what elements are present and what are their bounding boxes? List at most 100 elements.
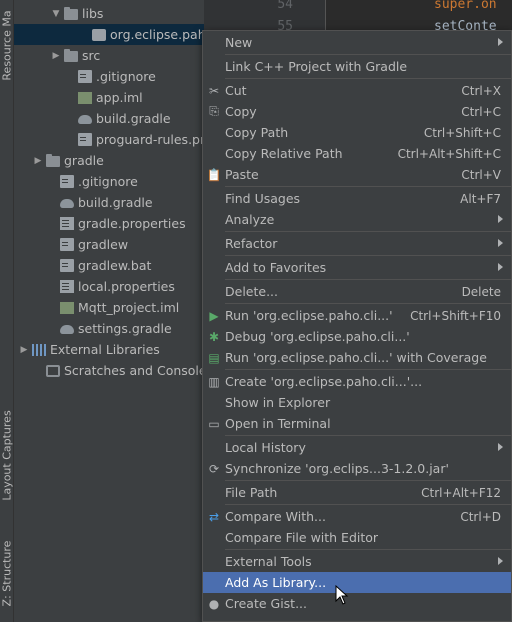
menu-item-label: Delete... <box>225 284 278 299</box>
menu-item-label: Show in Explorer <box>225 395 331 410</box>
menu-item-label: Create 'org.eclipse.paho.cli...'... <box>225 374 423 389</box>
tree-item[interactable]: .gitignore <box>14 66 204 87</box>
menu-item-shortcut: Ctrl+D <box>460 509 501 524</box>
menu-item-icon: ▭ <box>208 416 220 431</box>
menu-separator <box>225 54 511 55</box>
tree-item[interactable]: ▶ gradle <box>14 150 204 171</box>
menu-item-shortcut: Ctrl+C <box>461 104 501 119</box>
menu-item-shortcut: Ctrl+X <box>461 83 501 98</box>
gradle-icon <box>60 199 74 208</box>
layout-captures-tab[interactable]: Layout Captures <box>0 400 14 510</box>
tree-item-label: gradle <box>64 153 104 168</box>
menu-item-label: Compare File with Editor <box>225 530 379 545</box>
tree-item-label: proguard-rules.pro <box>96 132 204 147</box>
tree-item-label: External Libraries <box>50 342 160 357</box>
menu-item[interactable]: ▶ Run 'org.eclipse.paho.cli...' Ctrl+Shift… <box>203 305 511 326</box>
menu-item-icon: ▶ <box>209 308 219 323</box>
menu-item[interactable]: Delete... Delete <box>203 281 511 302</box>
iml-icon <box>60 301 74 314</box>
menu-item-label: Create Gist... <box>225 596 308 611</box>
submenu-arrow-icon <box>498 557 503 565</box>
props-icon <box>60 217 74 230</box>
menu-separator <box>225 279 511 280</box>
menu-item[interactable]: Add to Favorites <box>203 257 511 278</box>
iml-icon <box>78 91 92 104</box>
menu-item[interactable]: ● Create Gist... <box>203 593 511 614</box>
tree-item-label: build.gradle <box>78 195 153 210</box>
expand-arrow-icon[interactable]: ▼ <box>50 9 62 19</box>
menu-item-shortcut: Ctrl+Shift+C <box>423 125 501 140</box>
menu-item[interactable]: File Path Ctrl+Alt+F12 <box>203 482 511 503</box>
tree-item-label: Scratches and Consoles <box>64 363 204 378</box>
tree-item[interactable]: Mqtt_project.iml <box>14 297 204 318</box>
menu-item-label: Find Usages <box>225 191 301 206</box>
menu-item[interactable]: ⟳ Synchronize 'org.eclips...3-1.2.0.jar' <box>203 458 511 479</box>
menu-item-shortcut: Ctrl+Alt+F12 <box>421 485 501 500</box>
tree-item[interactable]: .gitignore <box>14 171 204 192</box>
gradle-icon <box>78 115 92 124</box>
tree-item[interactable]: gradle.properties <box>14 213 204 234</box>
structure-tab[interactable]: Z: Structure <box>0 528 14 618</box>
tree-item-label: libs <box>82 6 104 21</box>
resource-manager-tab[interactable]: Resource Ma <box>0 0 14 90</box>
menu-item[interactable]: Add As Library... <box>203 572 511 593</box>
menu-item[interactable]: ▤ Run 'org.eclipse.paho.cli...' with Cove… <box>203 347 511 368</box>
gradle-icon <box>60 325 74 334</box>
tree-item[interactable]: settings.gradle <box>14 318 204 339</box>
tree-item[interactable]: proguard-rules.pro <box>14 129 204 150</box>
tree-item-label: org.eclipse.paho.cli <box>110 27 204 42</box>
submenu-arrow-icon <box>498 263 503 271</box>
tree-item[interactable]: build.gradle <box>14 108 204 129</box>
menu-item[interactable]: ⇄ Compare With... Ctrl+D <box>203 506 511 527</box>
menu-item[interactable]: ✂ Cut Ctrl+X <box>203 80 511 101</box>
tree-item-label: gradle.properties <box>78 216 186 231</box>
menu-item[interactable]: Analyze <box>203 209 511 230</box>
tree-item-label: .gitignore <box>96 69 156 84</box>
menu-item[interactable]: Link C++ Project with Gradle <box>203 56 511 77</box>
tree-item[interactable]: gradlew.bat <box>14 255 204 276</box>
folder-icon <box>64 6 78 20</box>
tree-item[interactable]: gradlew <box>14 234 204 255</box>
tree-item[interactable]: org.eclipse.paho.cli <box>14 24 204 45</box>
file-icon <box>60 175 74 188</box>
tree-item[interactable]: Scratches and Consoles <box>14 360 204 381</box>
menu-item-icon: ⇄ <box>208 509 220 524</box>
tree-item[interactable]: app.iml <box>14 87 204 108</box>
menu-separator <box>225 549 511 550</box>
menu-separator <box>225 231 511 232</box>
tree-item[interactable]: local.properties <box>14 276 204 297</box>
menu-item-shortcut: Ctrl+Shift+F10 <box>410 308 501 323</box>
menu-item[interactable]: Local History <box>203 437 511 458</box>
line-number: 54 <box>277 0 293 12</box>
menu-item[interactable]: ⎘ Copy Ctrl+C <box>203 101 511 122</box>
menu-item-label: File Path <box>225 485 278 500</box>
menu-item[interactable]: External Tools <box>203 551 511 572</box>
menu-item-label: Cut <box>225 83 247 98</box>
menu-separator <box>225 78 511 79</box>
menu-item[interactable]: ▥ Create 'org.eclipse.paho.cli...'... <box>203 371 511 392</box>
menu-item[interactable]: Copy Path Ctrl+Shift+C <box>203 122 511 143</box>
collapse-arrow-icon[interactable]: ▶ <box>32 156 44 166</box>
folder-icon <box>46 153 60 167</box>
menu-item[interactable]: ✱ Debug 'org.eclipse.paho.cli...' <box>203 326 511 347</box>
menu-item[interactable]: 📋 Paste Ctrl+V <box>203 164 511 185</box>
menu-item[interactable]: Compare File with Editor <box>203 527 511 548</box>
menu-item[interactable]: ▭ Open in Terminal <box>203 413 511 434</box>
menu-item-shortcut: Delete <box>461 284 501 299</box>
menu-item[interactable]: New <box>203 32 511 53</box>
file-icon <box>60 259 74 272</box>
collapse-arrow-icon[interactable]: ▶ <box>50 51 62 61</box>
menu-item[interactable]: Find Usages Alt+F7 <box>203 188 511 209</box>
tree-item[interactable]: build.gradle <box>14 192 204 213</box>
tree-item[interactable]: ▶ External Libraries <box>14 339 204 360</box>
tree-item[interactable]: ▼ libs <box>14 3 204 24</box>
menu-item[interactable]: Copy Relative Path Ctrl+Alt+Shift+C <box>203 143 511 164</box>
tree-item[interactable]: ▶ src <box>14 45 204 66</box>
collapse-arrow-icon[interactable]: ▶ <box>18 345 30 355</box>
menu-item-label: External Tools <box>225 554 312 569</box>
menu-item[interactable]: Refactor <box>203 233 511 254</box>
project-tree: ▼ libs org.eclipse.paho.cli ▶ src .gitignore a… <box>14 0 204 622</box>
file-icon <box>60 238 74 251</box>
menu-separator <box>225 186 511 187</box>
menu-item[interactable]: Show in Explorer <box>203 392 511 413</box>
